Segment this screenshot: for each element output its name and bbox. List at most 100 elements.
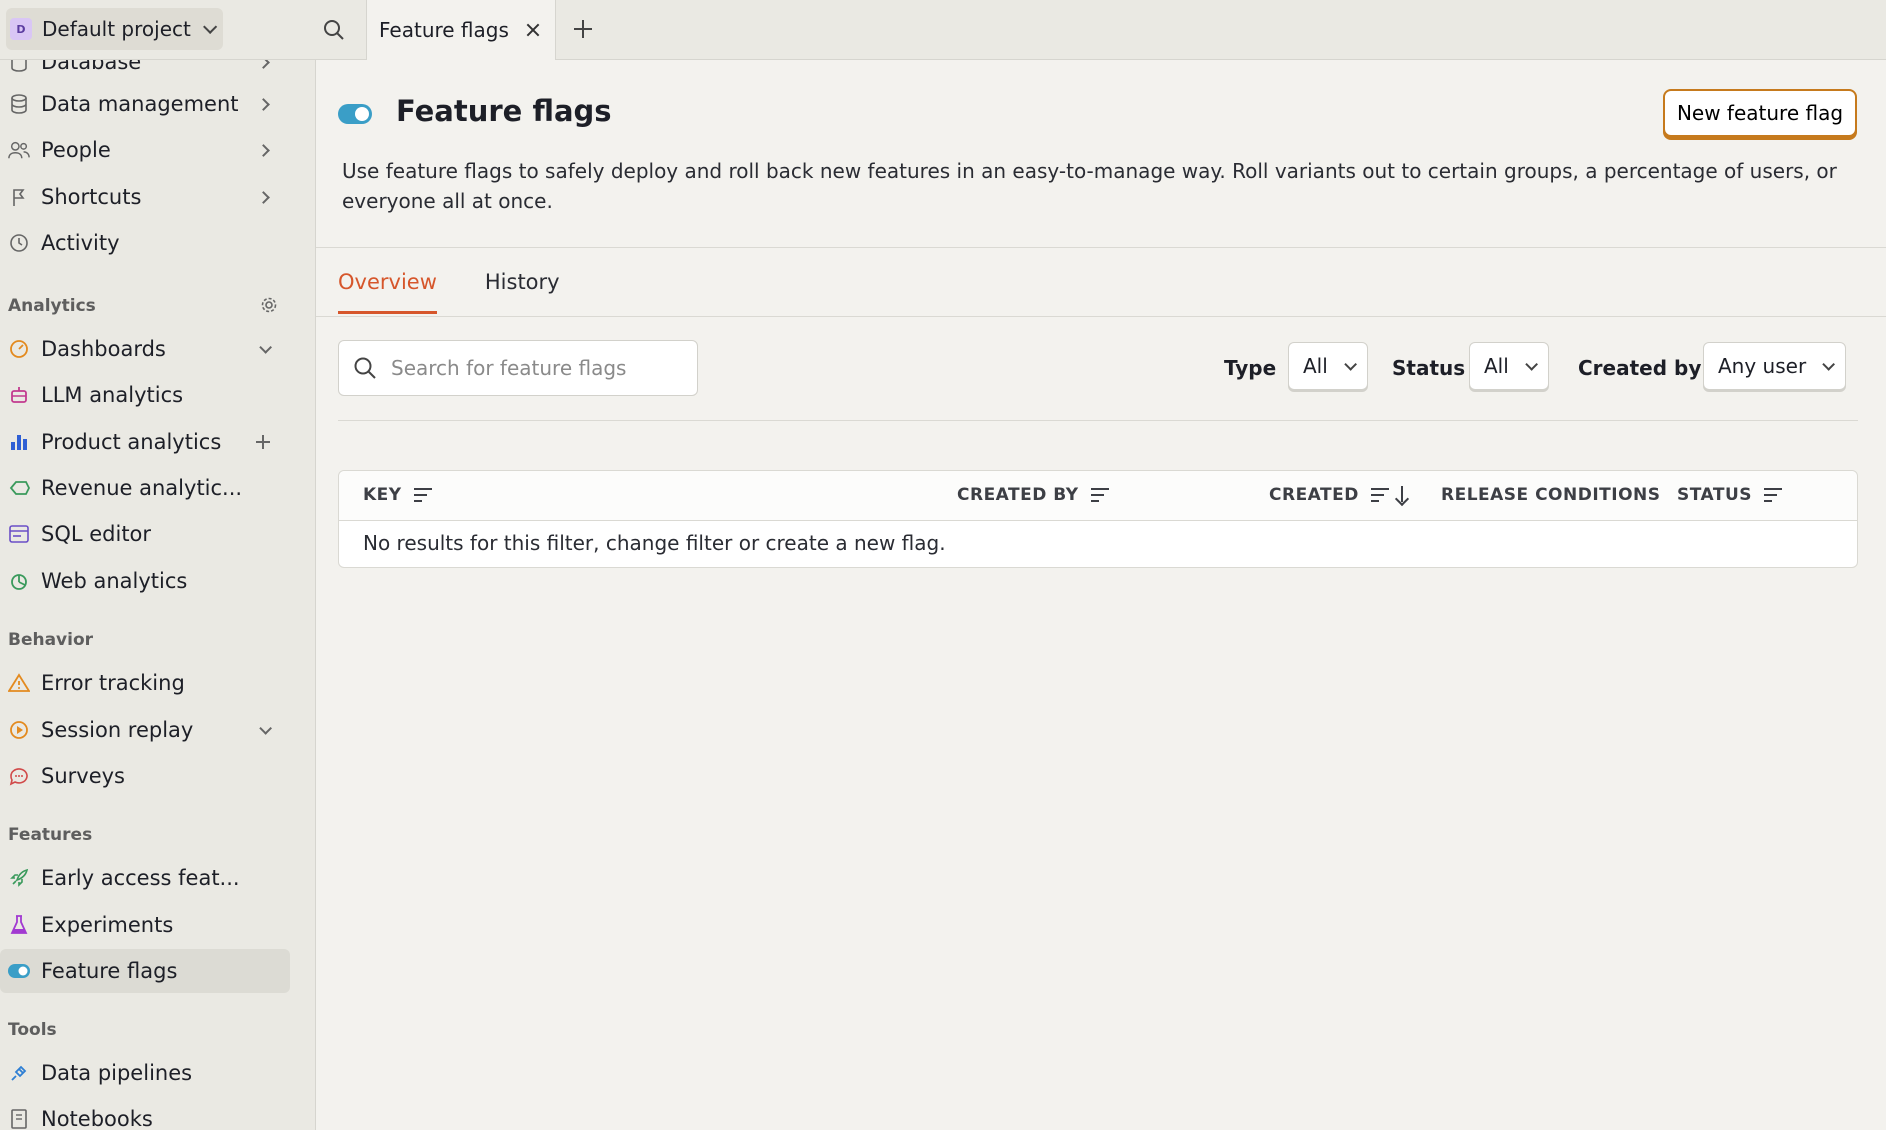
search-box[interactable]: [338, 340, 698, 396]
sidebar-item-product-analytics[interactable]: Product analytics: [0, 420, 290, 464]
sidebar-item-label: Feature flags: [41, 959, 178, 983]
plug-icon: [8, 1062, 30, 1084]
notebook-icon: [8, 1108, 30, 1130]
section-heading-tools: Tools: [8, 1020, 57, 1040]
sidebar-item-database[interactable]: Database: [0, 60, 290, 84]
status-filter-select[interactable]: All: [1469, 342, 1549, 390]
arrow-down-icon: [1395, 486, 1409, 504]
sidebar-item-label: Data pipelines: [41, 1061, 193, 1085]
play-icon: [8, 719, 30, 741]
page-description: Use feature flags to safely deploy and r…: [342, 159, 1837, 213]
chevron-down-icon: [1525, 357, 1538, 371]
sidebar-item-label: Web analytics: [41, 569, 188, 593]
sidebar-item-label: Notebooks: [41, 1107, 153, 1130]
page-title: Feature flags: [396, 94, 612, 128]
sidebar-item-label: People: [41, 138, 111, 162]
project-avatar: D: [10, 18, 32, 40]
warning-icon: [8, 672, 30, 694]
chevron-right-icon: [256, 97, 270, 111]
sort-icon[interactable]: [1370, 488, 1389, 502]
search-input[interactable]: [391, 356, 691, 380]
toggle-icon: [8, 960, 30, 982]
sidebar-item-label: Early access feat...: [41, 866, 240, 890]
sidebar-item-people[interactable]: People: [0, 128, 290, 172]
add-tab-icon[interactable]: [572, 18, 594, 40]
sidebar-item-early-access[interactable]: Early access feat...: [0, 856, 290, 900]
chevron-down-icon: [202, 19, 218, 34]
sidebar-item-label: Database: [41, 60, 142, 74]
sidebar-item-revenue-analytics[interactable]: Revenue analytic...: [0, 466, 290, 510]
sidebar-item-label: Data management: [41, 92, 239, 116]
sidebar-item-experiments[interactable]: Experiments: [0, 903, 290, 947]
dashboard-icon: [8, 338, 30, 360]
column-header-created[interactable]: CREATED: [1269, 485, 1409, 505]
shortcut-icon: [8, 186, 30, 208]
top-bar: D Default project Feature flags: [0, 0, 1886, 60]
robot-icon: [8, 384, 30, 406]
sidebar-item-label: Product analytics: [41, 430, 222, 454]
chevron-right-icon: [256, 190, 270, 204]
project-name: Default project: [42, 17, 191, 41]
tab-history[interactable]: History: [485, 270, 560, 314]
search-icon[interactable]: [322, 18, 346, 42]
chat-icon: [8, 765, 30, 787]
status-filter-value: All: [1484, 354, 1509, 378]
flask-icon: [8, 914, 30, 936]
divider: [338, 420, 1858, 421]
chevron-down-icon[interactable]: [258, 340, 272, 354]
sidebar-item-sql-editor[interactable]: SQL editor: [0, 512, 290, 556]
sidebar-item-session-replay[interactable]: Session replay: [0, 708, 290, 752]
divider: [316, 247, 1886, 248]
section-heading-features: Features: [8, 825, 93, 845]
column-header-key[interactable]: KEY: [363, 485, 432, 505]
sidebar-item-llm-analytics[interactable]: LLM analytics: [0, 373, 290, 417]
sidebar-item-label: Session replay: [41, 718, 194, 742]
sidebar-item-label: Dashboards: [41, 337, 166, 361]
sidebar-item-feature-flags[interactable]: Feature flags: [0, 949, 290, 993]
chevron-right-icon: [256, 143, 270, 157]
new-feature-flag-button[interactable]: New feature flag: [1663, 89, 1857, 137]
sidebar: Database Data management People Shortcut…: [0, 60, 316, 1130]
sidebar-item-shortcuts[interactable]: Shortcuts: [0, 175, 290, 219]
created-by-filter-select[interactable]: Any user: [1703, 342, 1847, 390]
sidebar-item-web-analytics[interactable]: Web analytics: [0, 559, 290, 603]
sidebar-item-surveys[interactable]: Surveys: [0, 754, 290, 798]
sidebar-item-data-management[interactable]: Data management: [0, 82, 290, 126]
sidebar-item-activity[interactable]: Activity: [0, 221, 290, 265]
sidebar-item-label: LLM analytics: [41, 383, 184, 407]
sidebar-item-error-tracking[interactable]: Error tracking: [0, 661, 290, 705]
close-icon[interactable]: [523, 20, 543, 40]
feature-flags-table: KEY CREATED BY CREATED RELEASE CONDITION…: [338, 470, 1858, 568]
sidebar-item-label: SQL editor: [41, 522, 152, 546]
filter-label-status: Status: [1392, 356, 1466, 380]
sidebar-item-label: Surveys: [41, 764, 125, 788]
sidebar-item-label: Experiments: [41, 913, 174, 937]
tab-feature-flags[interactable]: Feature flags: [366, 0, 556, 60]
bar-chart-icon: [8, 431, 30, 453]
column-header-created-by[interactable]: CREATED BY: [957, 485, 1109, 505]
type-filter-value: All: [1303, 354, 1328, 378]
sidebar-item-notebooks[interactable]: Notebooks: [0, 1097, 290, 1130]
sidebar-item-label: Shortcuts: [41, 185, 142, 209]
clock-icon: [8, 232, 30, 254]
sort-icon[interactable]: [1764, 488, 1783, 502]
divider: [316, 316, 1886, 317]
sidebar-item-data-pipelines[interactable]: Data pipelines: [0, 1051, 290, 1095]
type-filter-select[interactable]: All: [1288, 342, 1368, 390]
chevron-down-icon[interactable]: [258, 721, 272, 735]
gear-icon[interactable]: [260, 296, 278, 314]
section-heading-behavior: Behavior: [8, 630, 94, 650]
people-icon: [8, 139, 30, 161]
revenue-icon: [8, 477, 30, 499]
tab-overview[interactable]: Overview: [338, 270, 437, 314]
pie-chart-icon: [8, 570, 30, 592]
column-header-status[interactable]: STATUS: [1677, 485, 1783, 505]
search-icon: [354, 357, 376, 379]
plus-icon[interactable]: [256, 435, 270, 449]
sort-icon[interactable]: [413, 488, 432, 502]
database-icon: [8, 60, 30, 73]
tab-label: Feature flags: [379, 18, 509, 42]
sidebar-item-dashboards[interactable]: Dashboards: [0, 327, 290, 371]
project-switcher[interactable]: D Default project: [6, 8, 223, 50]
sort-icon[interactable]: [1090, 488, 1109, 502]
